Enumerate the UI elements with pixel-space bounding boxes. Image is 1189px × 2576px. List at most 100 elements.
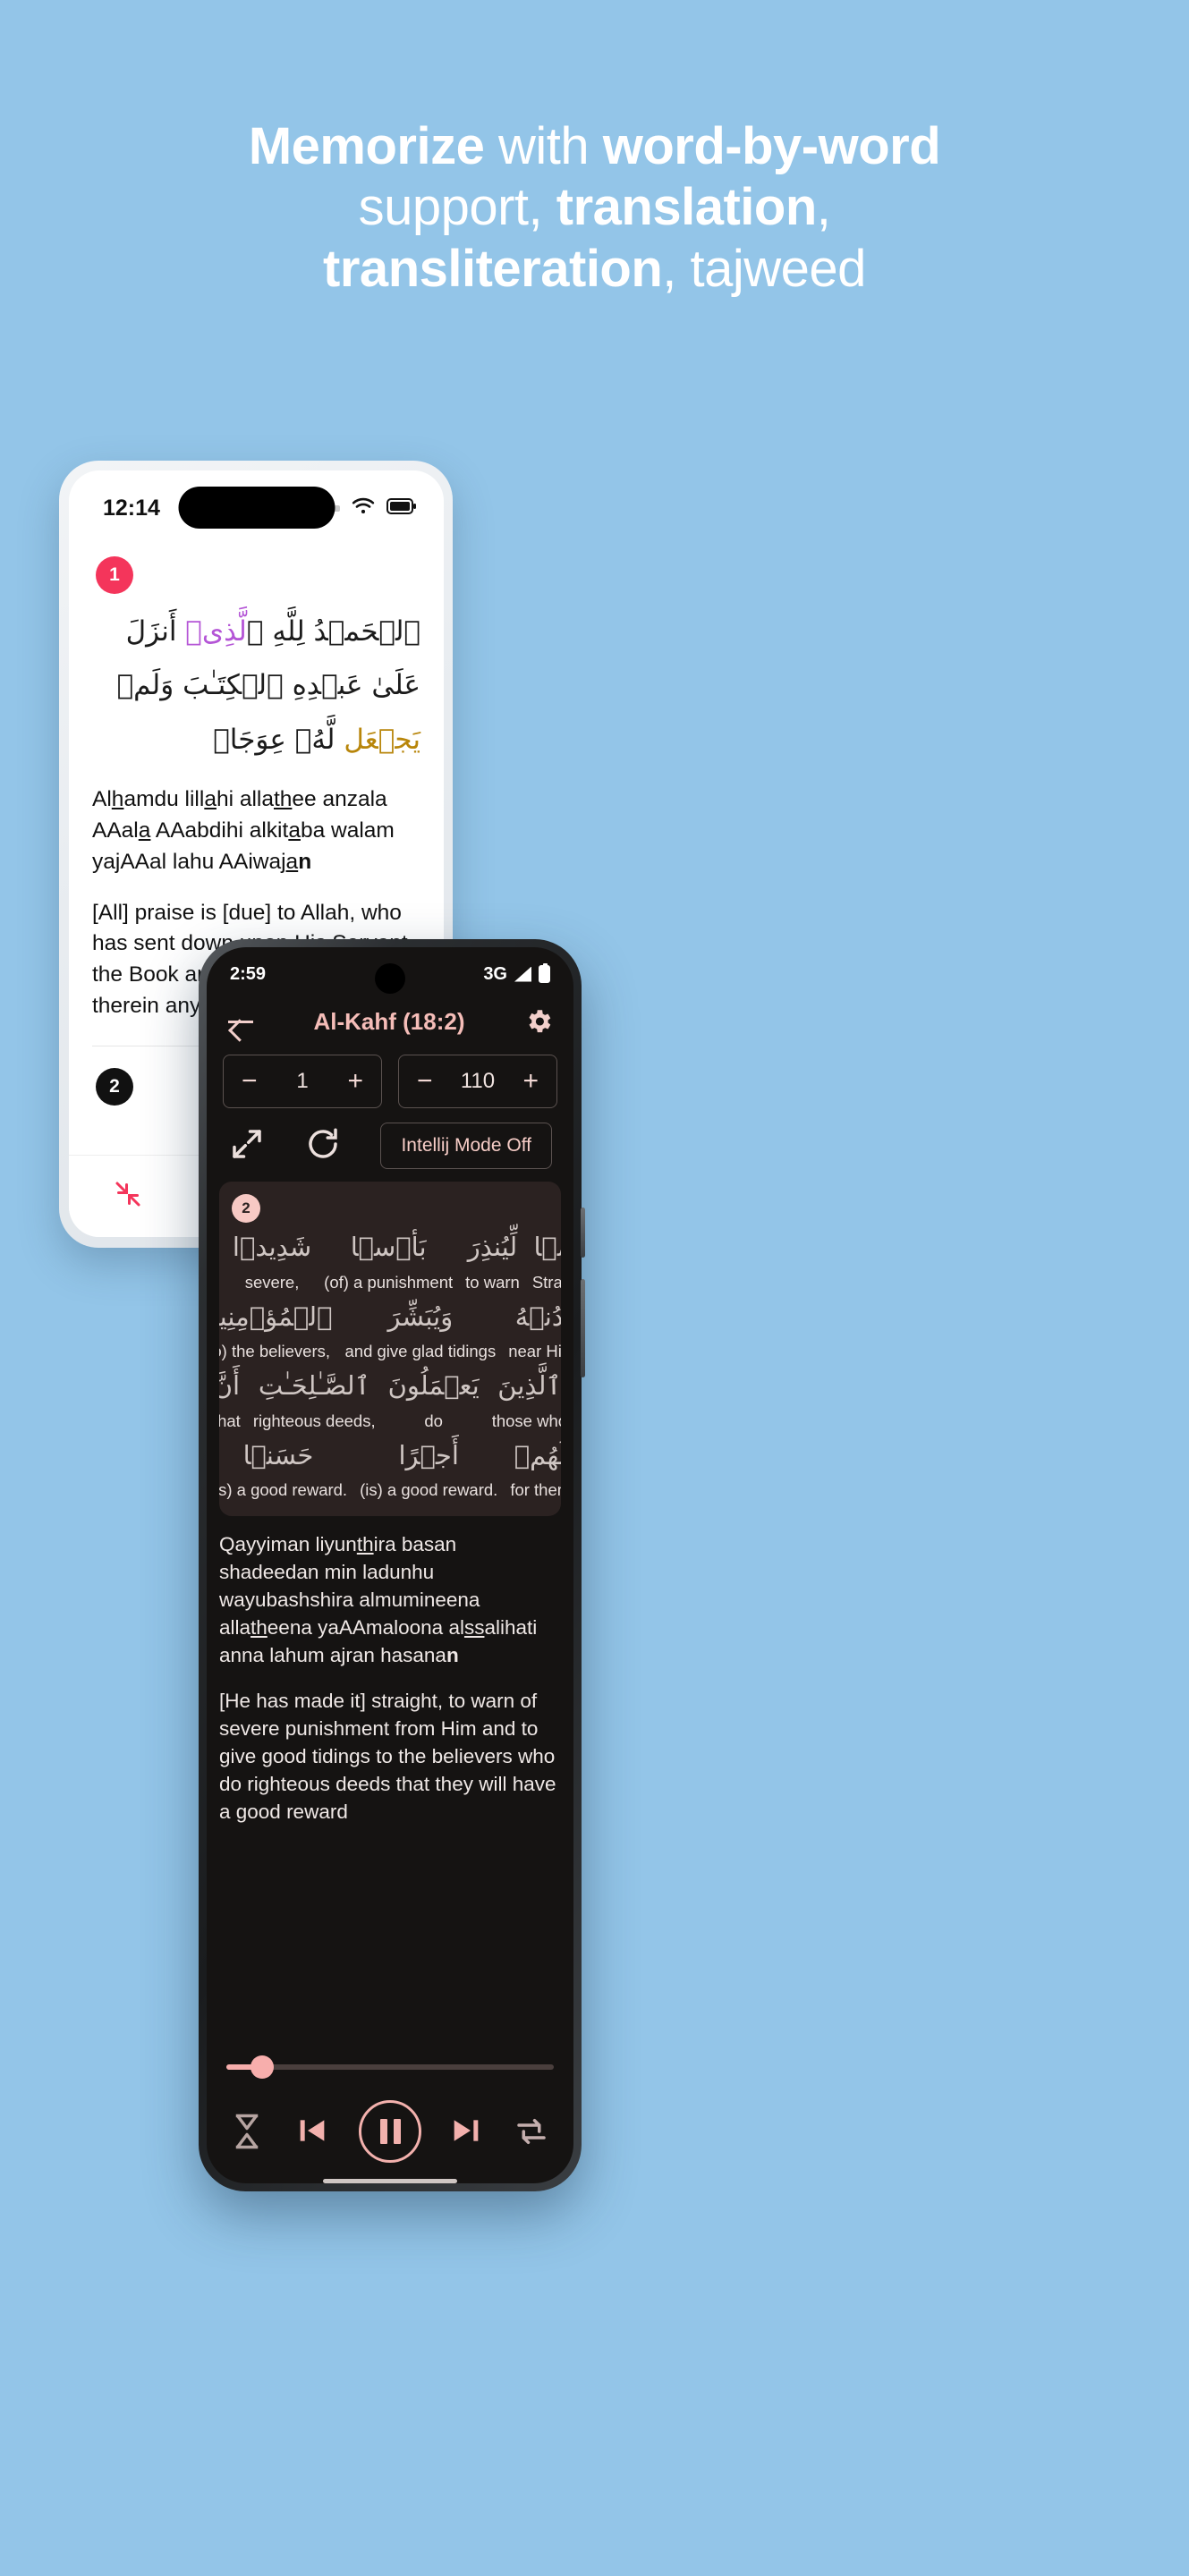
word-cell[interactable]: أَنَّ that: [219, 1367, 241, 1431]
page-title: Al-Kahf (18:2): [313, 1007, 465, 1035]
skip-previous-icon[interactable]: [294, 2113, 332, 2150]
word-gloss: for them: [510, 1480, 561, 1499]
skip-next-icon[interactable]: [448, 2113, 486, 2150]
word-cell[interactable]: لَهُمۡ for them: [510, 1436, 561, 1501]
word-row: لَهُمۡ for them أَجۡرًا (is) a good rewa…: [219, 1436, 561, 1501]
verse-translation: [He has made it] straight, to warn of se…: [219, 1690, 556, 1824]
minus-icon[interactable]: −: [417, 1068, 433, 1095]
front-phone-screen: 2:59 3G Al-Kahf (18:2) − 1 + − 110 + Int…: [207, 947, 573, 2183]
front-camera-cutout: [178, 487, 335, 529]
collapse-arrows-icon[interactable]: [112, 1178, 144, 1215]
word-cell[interactable]: لَّدُنۡهُ near Him,: [508, 1298, 561, 1362]
word-cell[interactable]: ٱلۡمُؤۡمِنِینَ (to) the believers,: [219, 1298, 333, 1362]
word-arabic: حَسَنࣰا: [242, 1439, 314, 1470]
word-row: لَّدُنۡهُ near Him, وَیُبَشِّرَ and give…: [219, 1298, 561, 1362]
word-gloss: severe,: [244, 1272, 300, 1292]
arrow-left-icon[interactable]: [226, 1007, 255, 1036]
verse-transliteration: Qayyiman liyunthira basan shadeedan min …: [219, 1533, 538, 1667]
word-cell[interactable]: یَعۡمَلُونَ do: [388, 1367, 480, 1431]
word-cell[interactable]: مِّن from: [219, 1228, 220, 1292]
verse-badge-2[interactable]: 2: [96, 1067, 133, 1106]
seek-handle[interactable]: [251, 2055, 275, 2079]
gear-icon[interactable]: [523, 1006, 554, 1037]
word-gloss: from: [219, 1273, 220, 1292]
verse-scroll-area[interactable]: 2 قَیِّمࣰا Straight, لِّیُنذِرَ to warn …: [219, 1182, 561, 2038]
word-by-word-card: 2 قَیِّمࣰا Straight, لِّیُنذِرَ to warn …: [219, 1182, 561, 1516]
power-button[interactable]: [581, 1208, 585, 1258]
word-cell[interactable]: حَسَنࣰا (is) a good reward.: [219, 1436, 347, 1501]
word-gloss: and give glad tidings: [344, 1342, 497, 1360]
word-arabic: وَیُبَشِّرَ: [387, 1301, 454, 1332]
verse-arabic-1[interactable]: ٱلۡحَمۡدُ لِلَّهِ ٱلَّذِیۤ أَنزَلَ عَلَى…: [92, 605, 420, 767]
transport-buttons: [226, 2100, 554, 2163]
audio-player: [207, 2038, 573, 2183]
plus-icon[interactable]: +: [347, 1068, 363, 1095]
word-gloss: righteous deeds,: [252, 1411, 376, 1430]
gesture-nav-bar: [323, 2179, 457, 2183]
network-label: 3G: [483, 963, 507, 984]
word-cell[interactable]: لِّیُنذِرَ to warn: [465, 1228, 520, 1292]
signal-bars-icon: [514, 966, 531, 982]
word-gloss: (of) a punishment: [324, 1272, 454, 1292]
plus-icon[interactable]: +: [522, 1068, 539, 1095]
headline-light-tajweed: , tajweed: [662, 239, 866, 298]
word-gloss: (is) a good reward.: [219, 1480, 348, 1499]
word-row: قَیِّمࣰا Straight, لِّیُنذِرَ to warn بَ…: [219, 1228, 561, 1292]
word-gloss: near Him,: [508, 1342, 561, 1360]
status-time: 2:59: [230, 963, 267, 984]
repeat-count-stepper[interactable]: − 1 +: [223, 1055, 382, 1108]
word-cell[interactable]: قَیِّمࣰا Straight,: [532, 1228, 561, 1292]
word-arabic: قَیِّمࣰا: [533, 1232, 561, 1262]
verse-transliteration-1: Alhamdu lillahi allathee anzala AAala AA…: [92, 787, 395, 874]
verse-badge[interactable]: 2: [232, 1194, 260, 1223]
word-row: ٱلَّذِینَ those who یَعۡمَلُونَ do ٱلصَّ…: [219, 1367, 561, 1431]
word-arabic: مِّن: [219, 1228, 220, 1267]
headline-line-3: transliteration, tajweed: [54, 239, 1135, 300]
verse-badge-1[interactable]: 1: [96, 556, 133, 594]
page-title: Memorize with word-by-word support, tran…: [0, 116, 1189, 300]
seek-slider[interactable]: [226, 2055, 554, 2079]
headline-bold-transliteration: transliteration: [323, 239, 663, 298]
repeat-count-value: 1: [296, 1069, 309, 1093]
word-arabic: لَهُمۡ: [514, 1439, 561, 1470]
ayah-number-stepper[interactable]: − 110 +: [398, 1055, 557, 1108]
word-gloss: those who: [491, 1411, 561, 1430]
front-camera-cutout: [375, 963, 405, 994]
status-time: 12:14: [103, 495, 160, 521]
word-arabic: لَّدُنۡهُ: [514, 1301, 561, 1332]
front-phone-device: 2:59 3G Al-Kahf (18:2) − 1 + − 110 + Int…: [199, 939, 585, 2191]
word-gloss: Straight,: [531, 1272, 561, 1292]
playback-controls-panel: − 1 + − 110 + Intellij Mode Off: [207, 1049, 573, 1169]
word-cell[interactable]: ٱلَّذِینَ those who: [492, 1367, 561, 1431]
headline-line-2: support, translation,: [54, 177, 1135, 238]
headline-bold-translation: translation: [556, 178, 818, 237]
word-gloss: (to) the believers,: [219, 1342, 331, 1360]
word-cell[interactable]: شَدِیدࣰا severe,: [233, 1228, 311, 1292]
refresh-icon[interactable]: [304, 1125, 345, 1166]
word-cell[interactable]: بَأۡسࣰا (of) a punishment: [324, 1228, 453, 1292]
hourglass-icon[interactable]: [230, 2113, 268, 2150]
word-cell[interactable]: ٱلصَّـٰلِحَـٰتِ righteous deeds,: [253, 1367, 376, 1431]
minus-icon[interactable]: −: [242, 1068, 258, 1095]
word-arabic: ٱلصَّـٰلِحَـٰتِ: [258, 1370, 370, 1401]
repeat-icon[interactable]: [513, 2113, 550, 2150]
headline-light-with: with: [484, 117, 603, 175]
word-arabic: لِّیُنذِرَ: [467, 1232, 518, 1262]
expand-diagonal-icon[interactable]: [228, 1125, 269, 1166]
wifi-icon: [352, 497, 375, 520]
word-gloss: (is) a good reward.: [360, 1480, 498, 1499]
app-bar: Al-Kahf (18:2): [207, 994, 573, 1049]
pause-icon[interactable]: [359, 2100, 421, 2163]
volume-button[interactable]: [581, 1279, 585, 1377]
ayah-number-value: 110: [460, 1069, 496, 1093]
word-gloss: that: [219, 1411, 241, 1430]
word-cell[interactable]: وَیُبَشِّرَ and give glad tidings: [345, 1298, 497, 1362]
word-arabic: أَجۡرًا: [398, 1439, 459, 1470]
word-cell[interactable]: أَجۡرًا (is) a good reward.: [360, 1436, 497, 1501]
intellij-mode-button[interactable]: Intellij Mode Off: [380, 1123, 552, 1169]
word-arabic: ٱلَّذِینَ: [497, 1370, 561, 1401]
headline-line-1: Memorize with word-by-word: [54, 116, 1135, 177]
word-gloss: to warn: [465, 1272, 520, 1292]
word-arabic: بَأۡسࣰا: [350, 1232, 427, 1262]
word-arabic: ٱلۡمُؤۡمِنِینَ: [219, 1301, 333, 1332]
